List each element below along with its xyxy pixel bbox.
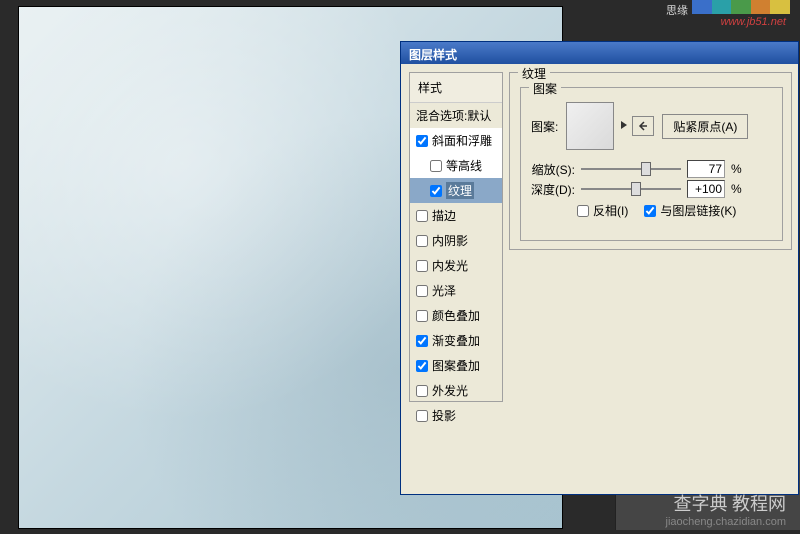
invert-checkbox[interactable]: 反相(I) [577,202,628,219]
color-palette [692,0,790,14]
link-label: 与图层链接(K) [660,202,736,219]
style-row[interactable]: 光泽 [410,278,502,303]
style-row[interactable]: 投影 [410,403,502,428]
pattern-group: 图案 图案: 贴紧原点(A) 缩放(S): % 深度(D): [520,87,783,241]
style-label: 图案叠加 [432,357,480,374]
scale-input[interactable] [687,160,725,178]
link-checkbox[interactable]: 与图层链接(K) [644,202,736,219]
snap-origin-button[interactable]: 贴紧原点(A) [662,114,748,139]
style-checkbox[interactable] [416,285,428,297]
style-label: 内阴影 [432,232,468,249]
invert-label: 反相(I) [593,202,628,219]
style-checkbox[interactable] [416,335,428,347]
bottom-watermark: 查字典 教程网 jiaocheng.chazidian.com [666,490,786,528]
depth-label: 深度(D): [531,181,575,198]
style-checkbox[interactable] [416,260,428,272]
style-row[interactable]: 内阴影 [410,228,502,253]
style-checkbox[interactable] [416,310,428,322]
styles-list: 样式 混合选项:默认 斜面和浮雕等高线纹理描边内阴影内发光光泽颜色叠加渐变叠加图… [409,72,503,402]
style-label: 等高线 [446,157,482,174]
style-row[interactable]: 图案叠加 [410,353,502,378]
style-checkbox[interactable] [416,410,428,422]
watermark-url: jiaocheng.chazidian.com [666,516,786,528]
style-row[interactable]: 外发光 [410,378,502,403]
style-label: 渐变叠加 [432,332,480,349]
style-label: 光泽 [432,282,456,299]
watermark-title: 查字典 教程网 [666,490,786,516]
layer-style-dialog: 图层样式 样式 混合选项:默认 斜面和浮雕等高线纹理描边内阴影内发光光泽颜色叠加… [400,41,799,495]
scale-thumb[interactable] [641,162,651,176]
style-row[interactable]: 斜面和浮雕 [410,128,502,153]
depth-pct: % [731,182,743,196]
depth-slider[interactable] [581,188,681,190]
depth-input[interactable] [687,180,725,198]
style-label: 内发光 [432,257,468,274]
style-row[interactable]: 内发光 [410,253,502,278]
style-checkbox[interactable] [430,185,442,197]
checkbox-row: 反相(I) 与图层链接(K) [577,202,736,219]
style-label: 描边 [432,207,456,224]
style-row[interactable]: 颜色叠加 [410,303,502,328]
texture-group: 纹理 图案 图案: 贴紧原点(A) 缩放(S): % 深度(D): [509,72,792,250]
url-watermark: www.jb51.net [721,16,786,28]
dialog-title: 图层样式 [401,42,798,64]
blend-options-row[interactable]: 混合选项:默认 [410,103,502,128]
depth-thumb[interactable] [631,182,641,196]
scale-pct: % [731,162,743,176]
style-row[interactable]: 等高线 [410,153,502,178]
depth-row: 深度(D): % [531,180,743,198]
scale-label: 缩放(S): [531,161,575,178]
styles-header[interactable]: 样式 [410,73,502,103]
style-checkbox[interactable] [416,360,428,372]
scale-row: 缩放(S): % [531,160,743,178]
pattern-group-label: 图案 [529,80,561,97]
style-label: 颜色叠加 [432,307,480,324]
pattern-label: 图案: [531,118,558,135]
invert-input[interactable] [577,205,589,217]
style-checkbox[interactable] [416,210,428,222]
style-label: 斜面和浮雕 [432,132,492,149]
style-checkbox[interactable] [416,385,428,397]
style-checkbox[interactable] [416,235,428,247]
style-checkbox[interactable] [416,135,428,147]
scale-slider[interactable] [581,168,681,170]
style-checkbox[interactable] [430,160,442,172]
top-watermark: 思缘 [666,2,688,18]
style-label: 纹理 [446,182,474,199]
style-label: 外发光 [432,382,468,399]
link-input[interactable] [644,205,656,217]
style-label: 投影 [432,407,456,424]
pattern-row: 图案: 贴紧原点(A) [531,102,748,150]
pattern-swatch[interactable] [566,102,614,150]
new-preset-button[interactable] [632,116,654,136]
back-arrow-icon [637,120,649,132]
style-row[interactable]: 渐变叠加 [410,328,502,353]
style-row[interactable]: 描边 [410,203,502,228]
style-row[interactable]: 纹理 [410,178,502,203]
